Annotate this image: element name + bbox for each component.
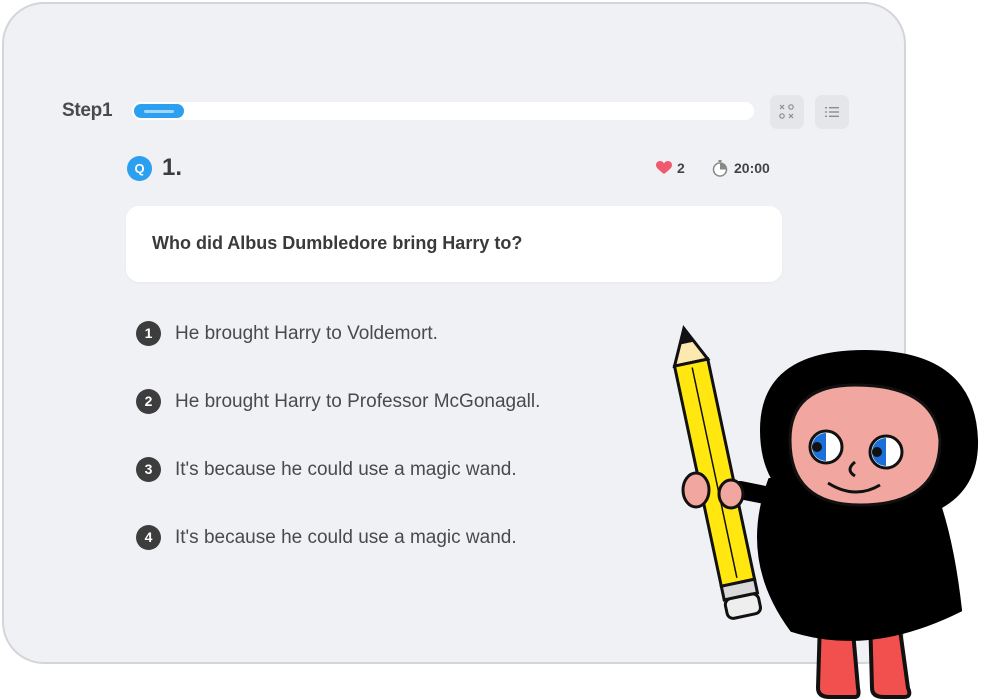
question-number: 1. [162, 154, 183, 181]
list-view-button[interactable] [815, 95, 849, 129]
heart-icon [656, 161, 672, 174]
answer-option-2[interactable]: 2 He brought Harry to Professor McGonaga… [136, 389, 540, 414]
grid-icon [779, 104, 794, 119]
question-badge: Q [127, 156, 152, 181]
answer-option-1[interactable]: 1 He brought Harry to Voldemort. [136, 321, 438, 346]
question-card: Who did Albus Dumbledore bring Harry to? [126, 206, 782, 282]
grid-view-button[interactable] [770, 95, 804, 129]
answer-text: He brought Harry to Professor McGonagall… [175, 390, 541, 412]
lives-counter: 2 [656, 160, 685, 176]
step-label: Step1 [62, 100, 113, 121]
mascot-character-illustration [672, 325, 979, 699]
answer-number: 4 [136, 525, 161, 550]
progress-fill [134, 104, 184, 118]
list-icon [825, 107, 839, 117]
answer-text: He brought Harry to Voldemort. [175, 322, 438, 344]
progress-bar [132, 102, 754, 120]
timer-value: 20:00 [734, 160, 770, 176]
answer-number: 3 [136, 457, 161, 482]
stopwatch-icon [712, 160, 728, 177]
question-text: Who did Albus Dumbledore bring Harry to? [152, 233, 523, 253]
answer-text: It's because he could use a magic wand. [175, 526, 517, 548]
lives-value: 2 [677, 160, 685, 176]
answer-number: 2 [136, 389, 161, 414]
answer-text: It's because he could use a magic wand. [175, 458, 517, 480]
answer-option-4[interactable]: 4 It's because he could use a magic wand… [136, 525, 517, 550]
answer-option-3[interactable]: 3 It's because he could use a magic wand… [136, 457, 517, 482]
timer: 20:00 [711, 159, 770, 177]
answer-number: 1 [136, 321, 161, 346]
